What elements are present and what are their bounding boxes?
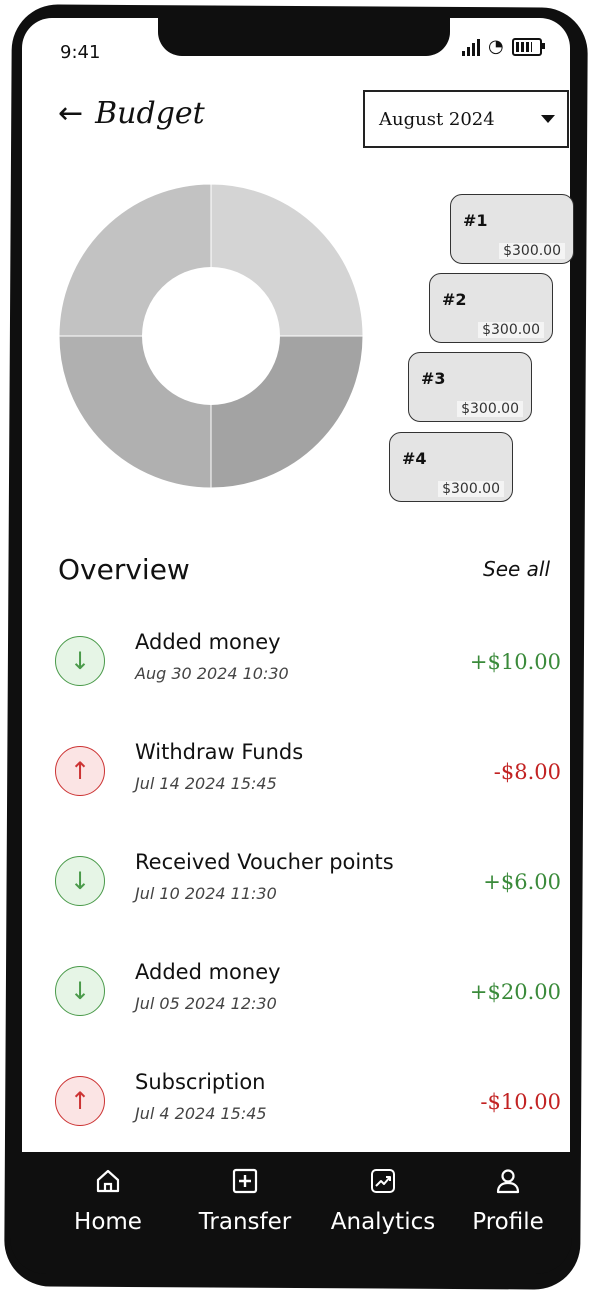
legend-amount: $300.00 [499,243,565,259]
transaction-row[interactable]: ↑ Withdraw Funds Jul 14 2024 15:45 -$8.0… [53,736,563,816]
page-title: Budget [95,96,205,131]
transaction-row[interactable]: ↓ Received Voucher points Jul 10 2024 11… [53,846,563,926]
nav-profile[interactable]: Profile [448,1167,568,1235]
home-icon [96,1169,120,1193]
status-time: 9:41 [60,42,101,63]
back-arrow-icon[interactable]: ← [58,98,83,129]
transaction-amount: +$6.00 [483,870,561,894]
plus-square-icon [232,1168,258,1194]
transaction-title: Subscription [135,1070,266,1094]
transaction-title: Added money [135,960,281,984]
arrow-down-icon: ↓ [55,636,105,686]
legend-amount: $300.00 [478,322,544,338]
transaction-date: Jul 4 2024 15:45 [135,1104,267,1123]
month-dropdown[interactable]: August 2024 [363,90,569,148]
arrow-down-icon: ↓ [55,966,105,1016]
nav-transfer[interactable]: Transfer [185,1167,305,1235]
budget-donut-chart [58,183,364,489]
transaction-amount: +$10.00 [469,650,561,674]
month-value: August 2024 [379,108,495,130]
nav-analytics[interactable]: Analytics [323,1167,443,1235]
transaction-title: Withdraw Funds [135,740,304,764]
transaction-date: Aug 30 2024 10:30 [135,664,289,683]
chevron-down-icon [541,115,555,123]
page-header: ← Budget [58,96,205,131]
user-icon [496,1169,520,1194]
legend-amount: $300.00 [457,401,523,417]
camera-notch [158,14,450,56]
transaction-amount: -$10.00 [480,1090,561,1114]
donut-hole [142,267,280,405]
legend-label: #4 [402,449,427,468]
legend-label: #2 [442,290,467,309]
transaction-date: Jul 10 2024 11:30 [135,884,277,903]
nav-label: Transfer [198,1209,292,1235]
nav-label: Profile [472,1209,544,1235]
nav-home[interactable]: Home [48,1167,168,1235]
legend-card-1[interactable]: #1 $300.00 [450,194,574,264]
arrow-down-icon: ↓ [55,856,105,906]
transaction-amount: +$20.00 [469,980,561,1004]
legend-label: #1 [463,211,488,230]
status-icons: ◔ [462,36,545,57]
see-all-link[interactable]: See all [483,557,550,581]
transaction-date: Jul 14 2024 15:45 [135,774,277,793]
nav-label: Home [74,1209,142,1235]
wifi-icon: ◔ [488,36,504,57]
transaction-title: Received Voucher points [135,850,394,874]
transaction-title: Added money [135,630,281,654]
legend-label: #3 [421,369,446,388]
legend-card-4[interactable]: #4 $300.00 [389,432,513,502]
transaction-row[interactable]: ↑ Subscription Jul 4 2024 15:45 -$10.00 [53,1066,563,1146]
transaction-amount: -$8.00 [493,760,561,784]
signal-icon [462,38,480,56]
transaction-date: Jul 05 2024 12:30 [135,994,277,1013]
transaction-row[interactable]: ↓ Added money Aug 30 2024 10:30 +$10.00 [53,626,563,706]
nav-label: Analytics [330,1209,436,1235]
legend-card-3[interactable]: #3 $300.00 [408,352,532,422]
legend-amount: $300.00 [438,481,504,497]
legend-card-2[interactable]: #2 $300.00 [429,273,553,343]
transaction-row[interactable]: ↓ Added money Jul 05 2024 12:30 +$20.00 [53,956,563,1036]
arrow-up-icon: ↑ [55,1076,105,1126]
battery-icon [511,38,545,56]
chart-trend-icon [371,1169,395,1193]
arrow-up-icon: ↑ [55,746,105,796]
overview-title: Overview [58,553,190,586]
